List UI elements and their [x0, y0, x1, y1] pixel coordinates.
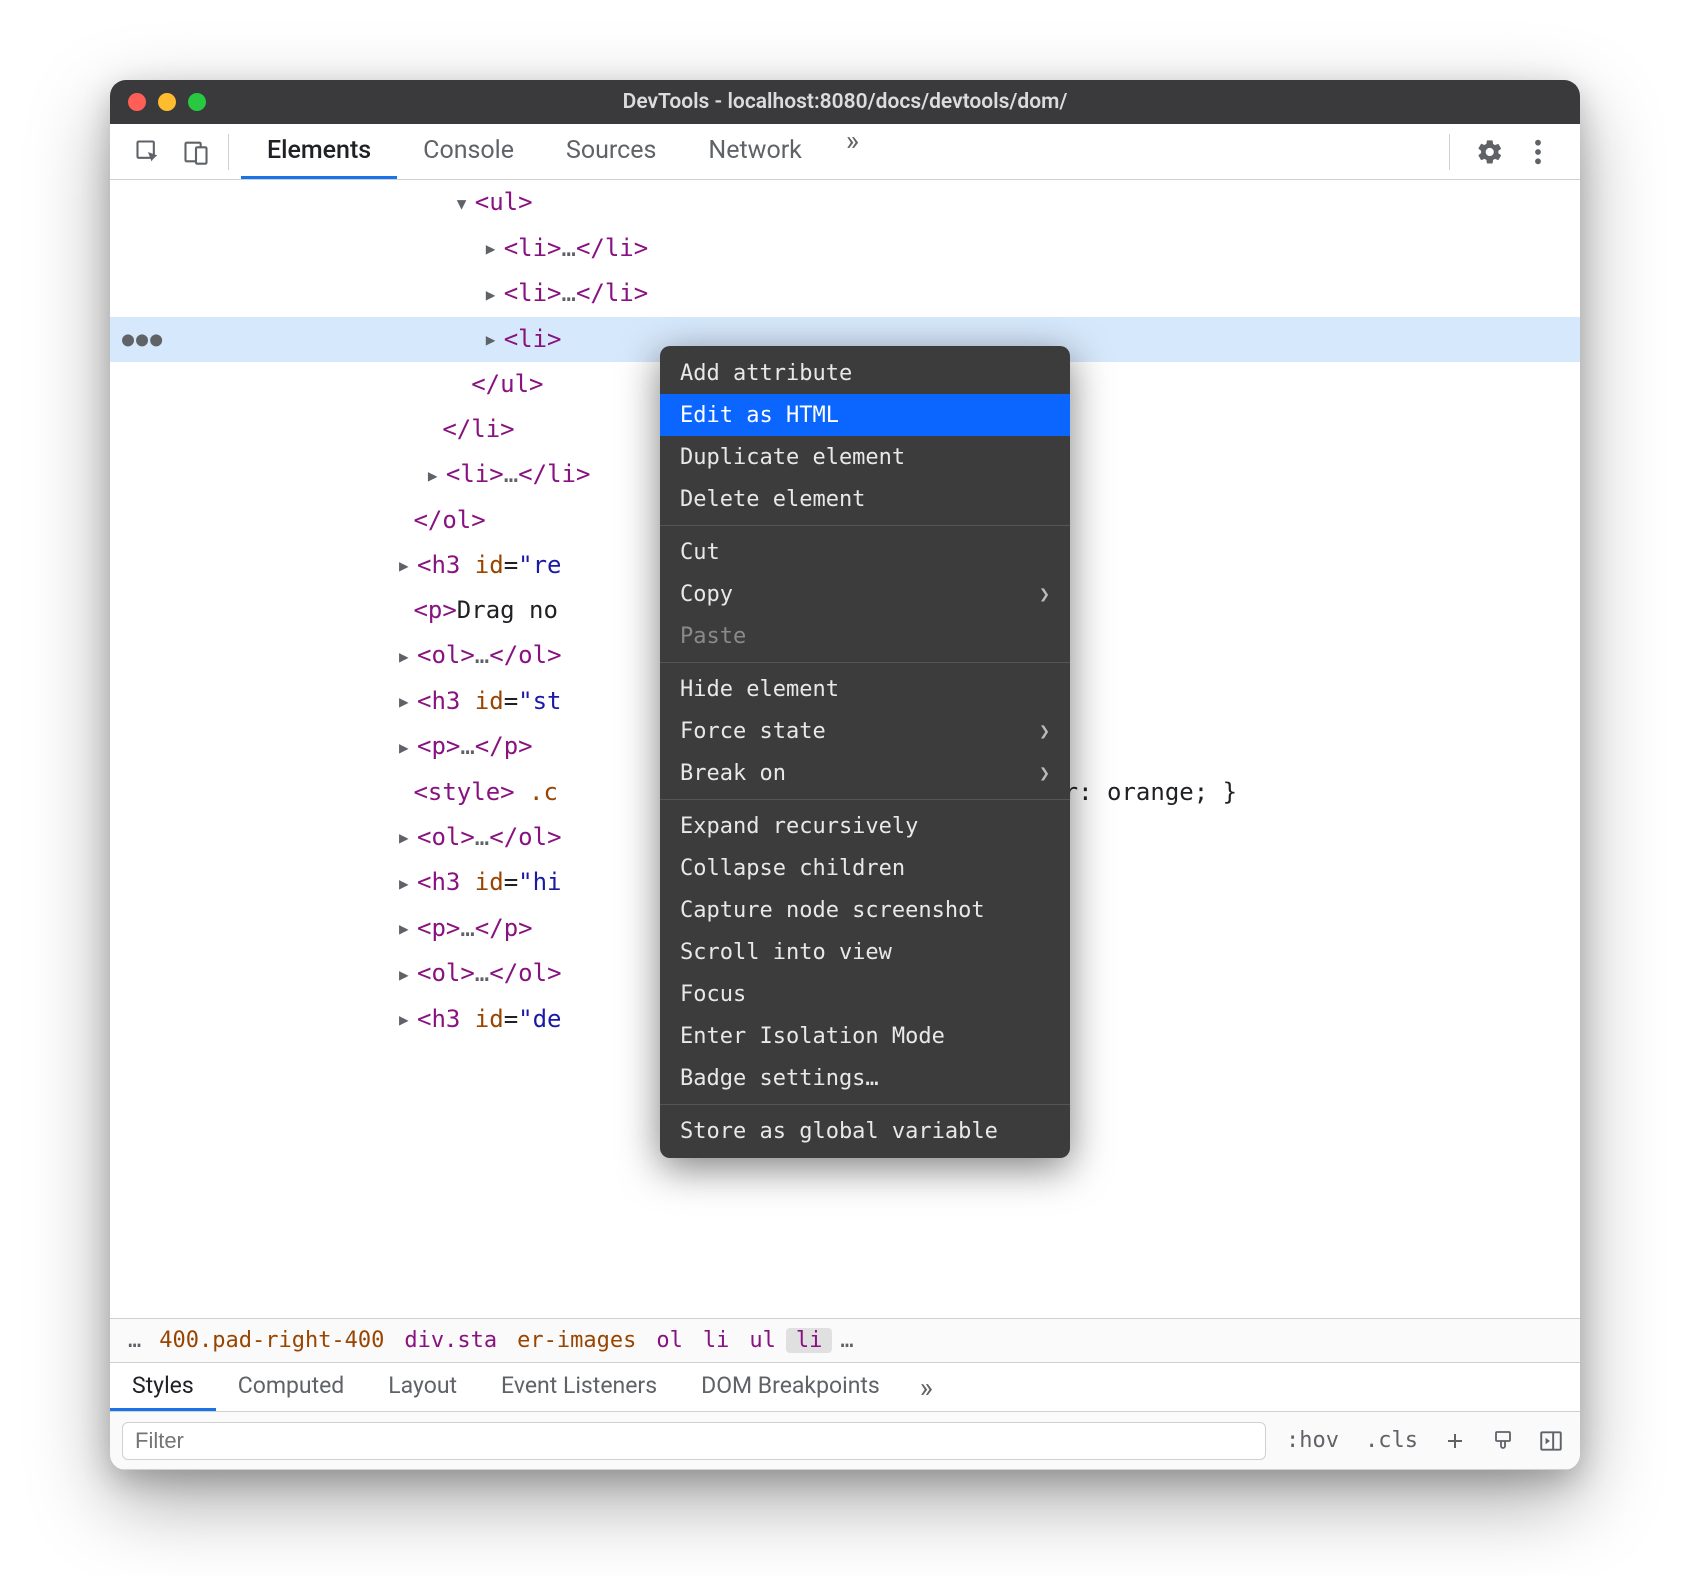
breadcrumb: … 400.pad-right-400 div.sta er-images ol… — [110, 1318, 1580, 1362]
menu-label: Hide element — [680, 667, 839, 712]
inspect-element-icon[interactable] — [128, 132, 168, 172]
more-menu-icon[interactable] — [1518, 132, 1558, 172]
menu-separator — [660, 1104, 1070, 1105]
menu-capture-node-screenshot[interactable]: Capture node screenshot — [660, 889, 1070, 931]
menu-scroll-into-view[interactable]: Scroll into view — [660, 931, 1070, 973]
device-toggle-icon[interactable] — [176, 132, 216, 172]
chevron-right-icon: ❯ — [1039, 572, 1050, 617]
menu-label: Copy — [680, 572, 733, 617]
tabs-overflow-icon[interactable]: » — [828, 124, 877, 179]
dom-node[interactable]: <li>…</li> — [110, 271, 1580, 317]
cls-toggle[interactable]: .cls — [1359, 1428, 1424, 1453]
menu-label: Store as global variable — [680, 1109, 998, 1154]
tab-sources[interactable]: Sources — [540, 124, 682, 179]
chevron-right-icon: ❯ — [1039, 709, 1050, 754]
selected-indicator-icon: ●●● — [122, 317, 164, 362]
main-tabs: Elements Console Sources Network » — [241, 124, 877, 179]
menu-label: Add attribute — [680, 351, 852, 396]
sub-tab-styles[interactable]: Styles — [110, 1363, 216, 1411]
menu-label: Focus — [680, 972, 746, 1017]
menu-label: Duplicate element — [680, 435, 905, 480]
menu-enter-isolation-mode[interactable]: Enter Isolation Mode — [660, 1015, 1070, 1057]
sub-tab-computed[interactable]: Computed — [216, 1363, 367, 1411]
traffic-lights — [128, 93, 206, 111]
minimize-window-button[interactable] — [158, 93, 176, 111]
menu-hide-element[interactable]: Hide element — [660, 668, 1070, 710]
menu-paste: Paste — [660, 615, 1070, 657]
menu-label: Force state — [680, 709, 826, 754]
menu-label: Badge settings… — [680, 1056, 879, 1101]
menu-label: Edit as HTML — [680, 393, 839, 438]
new-style-rule-icon[interactable] — [1438, 1424, 1472, 1458]
menu-label: Enter Isolation Mode — [680, 1014, 945, 1059]
paint-brush-icon[interactable] — [1486, 1424, 1520, 1458]
menu-delete-element[interactable]: Delete element — [660, 478, 1070, 520]
hov-toggle[interactable]: :hov — [1280, 1428, 1345, 1453]
tab-console[interactable]: Console — [397, 124, 540, 179]
breadcrumb-item[interactable]: ul — [739, 1328, 786, 1353]
menu-expand-recursively[interactable]: Expand recursively — [660, 805, 1070, 847]
menu-duplicate-element[interactable]: Duplicate element — [660, 436, 1070, 478]
breadcrumb-item-selected[interactable]: li — [786, 1328, 833, 1353]
sub-tabs-overflow-icon[interactable]: » — [902, 1371, 951, 1404]
sub-tab-layout[interactable]: Layout — [366, 1363, 479, 1411]
menu-separator — [660, 799, 1070, 800]
breadcrumb-overflow-left[interactable]: … — [120, 1328, 149, 1353]
menu-label: Delete element — [680, 477, 865, 522]
menu-label: Expand recursively — [680, 804, 918, 849]
toolbar-divider — [228, 134, 229, 170]
menu-collapse-children[interactable]: Collapse children — [660, 847, 1070, 889]
menu-copy[interactable]: Copy ❯ — [660, 573, 1070, 615]
breadcrumb-overflow-right[interactable]: … — [832, 1328, 861, 1353]
menu-badge-settings[interactable]: Badge settings… — [660, 1057, 1070, 1099]
filter-input[interactable] — [122, 1422, 1266, 1460]
chevron-right-icon: ❯ — [1039, 751, 1050, 796]
context-menu: Add attribute Edit as HTML Duplicate ele… — [660, 346, 1070, 1158]
menu-store-as-global[interactable]: Store as global variable — [660, 1110, 1070, 1152]
menu-break-on[interactable]: Break on ❯ — [660, 752, 1070, 794]
menu-label: Scroll into view — [680, 930, 892, 975]
dom-node[interactable]: <ul> — [110, 180, 1580, 226]
tab-elements[interactable]: Elements — [241, 124, 397, 179]
toolbar-divider — [1449, 134, 1450, 170]
menu-separator — [660, 525, 1070, 526]
breadcrumb-item[interactable]: 400.pad-right-400 — [149, 1328, 394, 1353]
elements-dom-tree[interactable]: <ul> <li>…</li> <li>…</li> ●●● <li> </ul… — [110, 180, 1580, 1318]
menu-add-attribute[interactable]: Add attribute — [660, 352, 1070, 394]
breadcrumb-item[interactable]: div.sta — [394, 1328, 507, 1353]
styles-sub-tabs: Styles Computed Layout Event Listeners D… — [110, 1362, 1580, 1412]
zoom-window-button[interactable] — [188, 93, 206, 111]
dom-node[interactable]: <li>…</li> — [110, 226, 1580, 272]
menu-separator — [660, 662, 1070, 663]
window-title: DevTools - localhost:8080/docs/devtools/… — [110, 90, 1580, 114]
breadcrumb-item[interactable]: li — [693, 1328, 740, 1353]
tab-network[interactable]: Network — [682, 124, 827, 179]
settings-gear-icon[interactable] — [1470, 132, 1510, 172]
breadcrumb-item[interactable]: er-images — [507, 1328, 646, 1353]
titlebar: DevTools - localhost:8080/docs/devtools/… — [110, 80, 1580, 124]
sub-tab-event-listeners[interactable]: Event Listeners — [479, 1363, 679, 1411]
menu-focus[interactable]: Focus — [660, 973, 1070, 1015]
menu-label: Break on — [680, 751, 786, 796]
menu-force-state[interactable]: Force state ❯ — [660, 710, 1070, 752]
close-window-button[interactable] — [128, 93, 146, 111]
menu-edit-as-html[interactable]: Edit as HTML — [660, 394, 1070, 436]
breadcrumb-item[interactable]: ol — [646, 1328, 693, 1353]
computed-panel-toggle-icon[interactable] — [1534, 1424, 1568, 1458]
sub-tab-dom-breakpoints[interactable]: DOM Breakpoints — [679, 1363, 902, 1411]
menu-label: Paste — [680, 614, 746, 659]
main-toolbar: Elements Console Sources Network » — [110, 124, 1580, 180]
menu-cut[interactable]: Cut — [660, 531, 1070, 573]
devtools-window: DevTools - localhost:8080/docs/devtools/… — [110, 80, 1580, 1470]
menu-label: Collapse children — [680, 846, 905, 891]
styles-filter-bar: :hov .cls — [110, 1412, 1580, 1470]
menu-label: Cut — [680, 530, 720, 575]
menu-label: Capture node screenshot — [680, 888, 985, 933]
